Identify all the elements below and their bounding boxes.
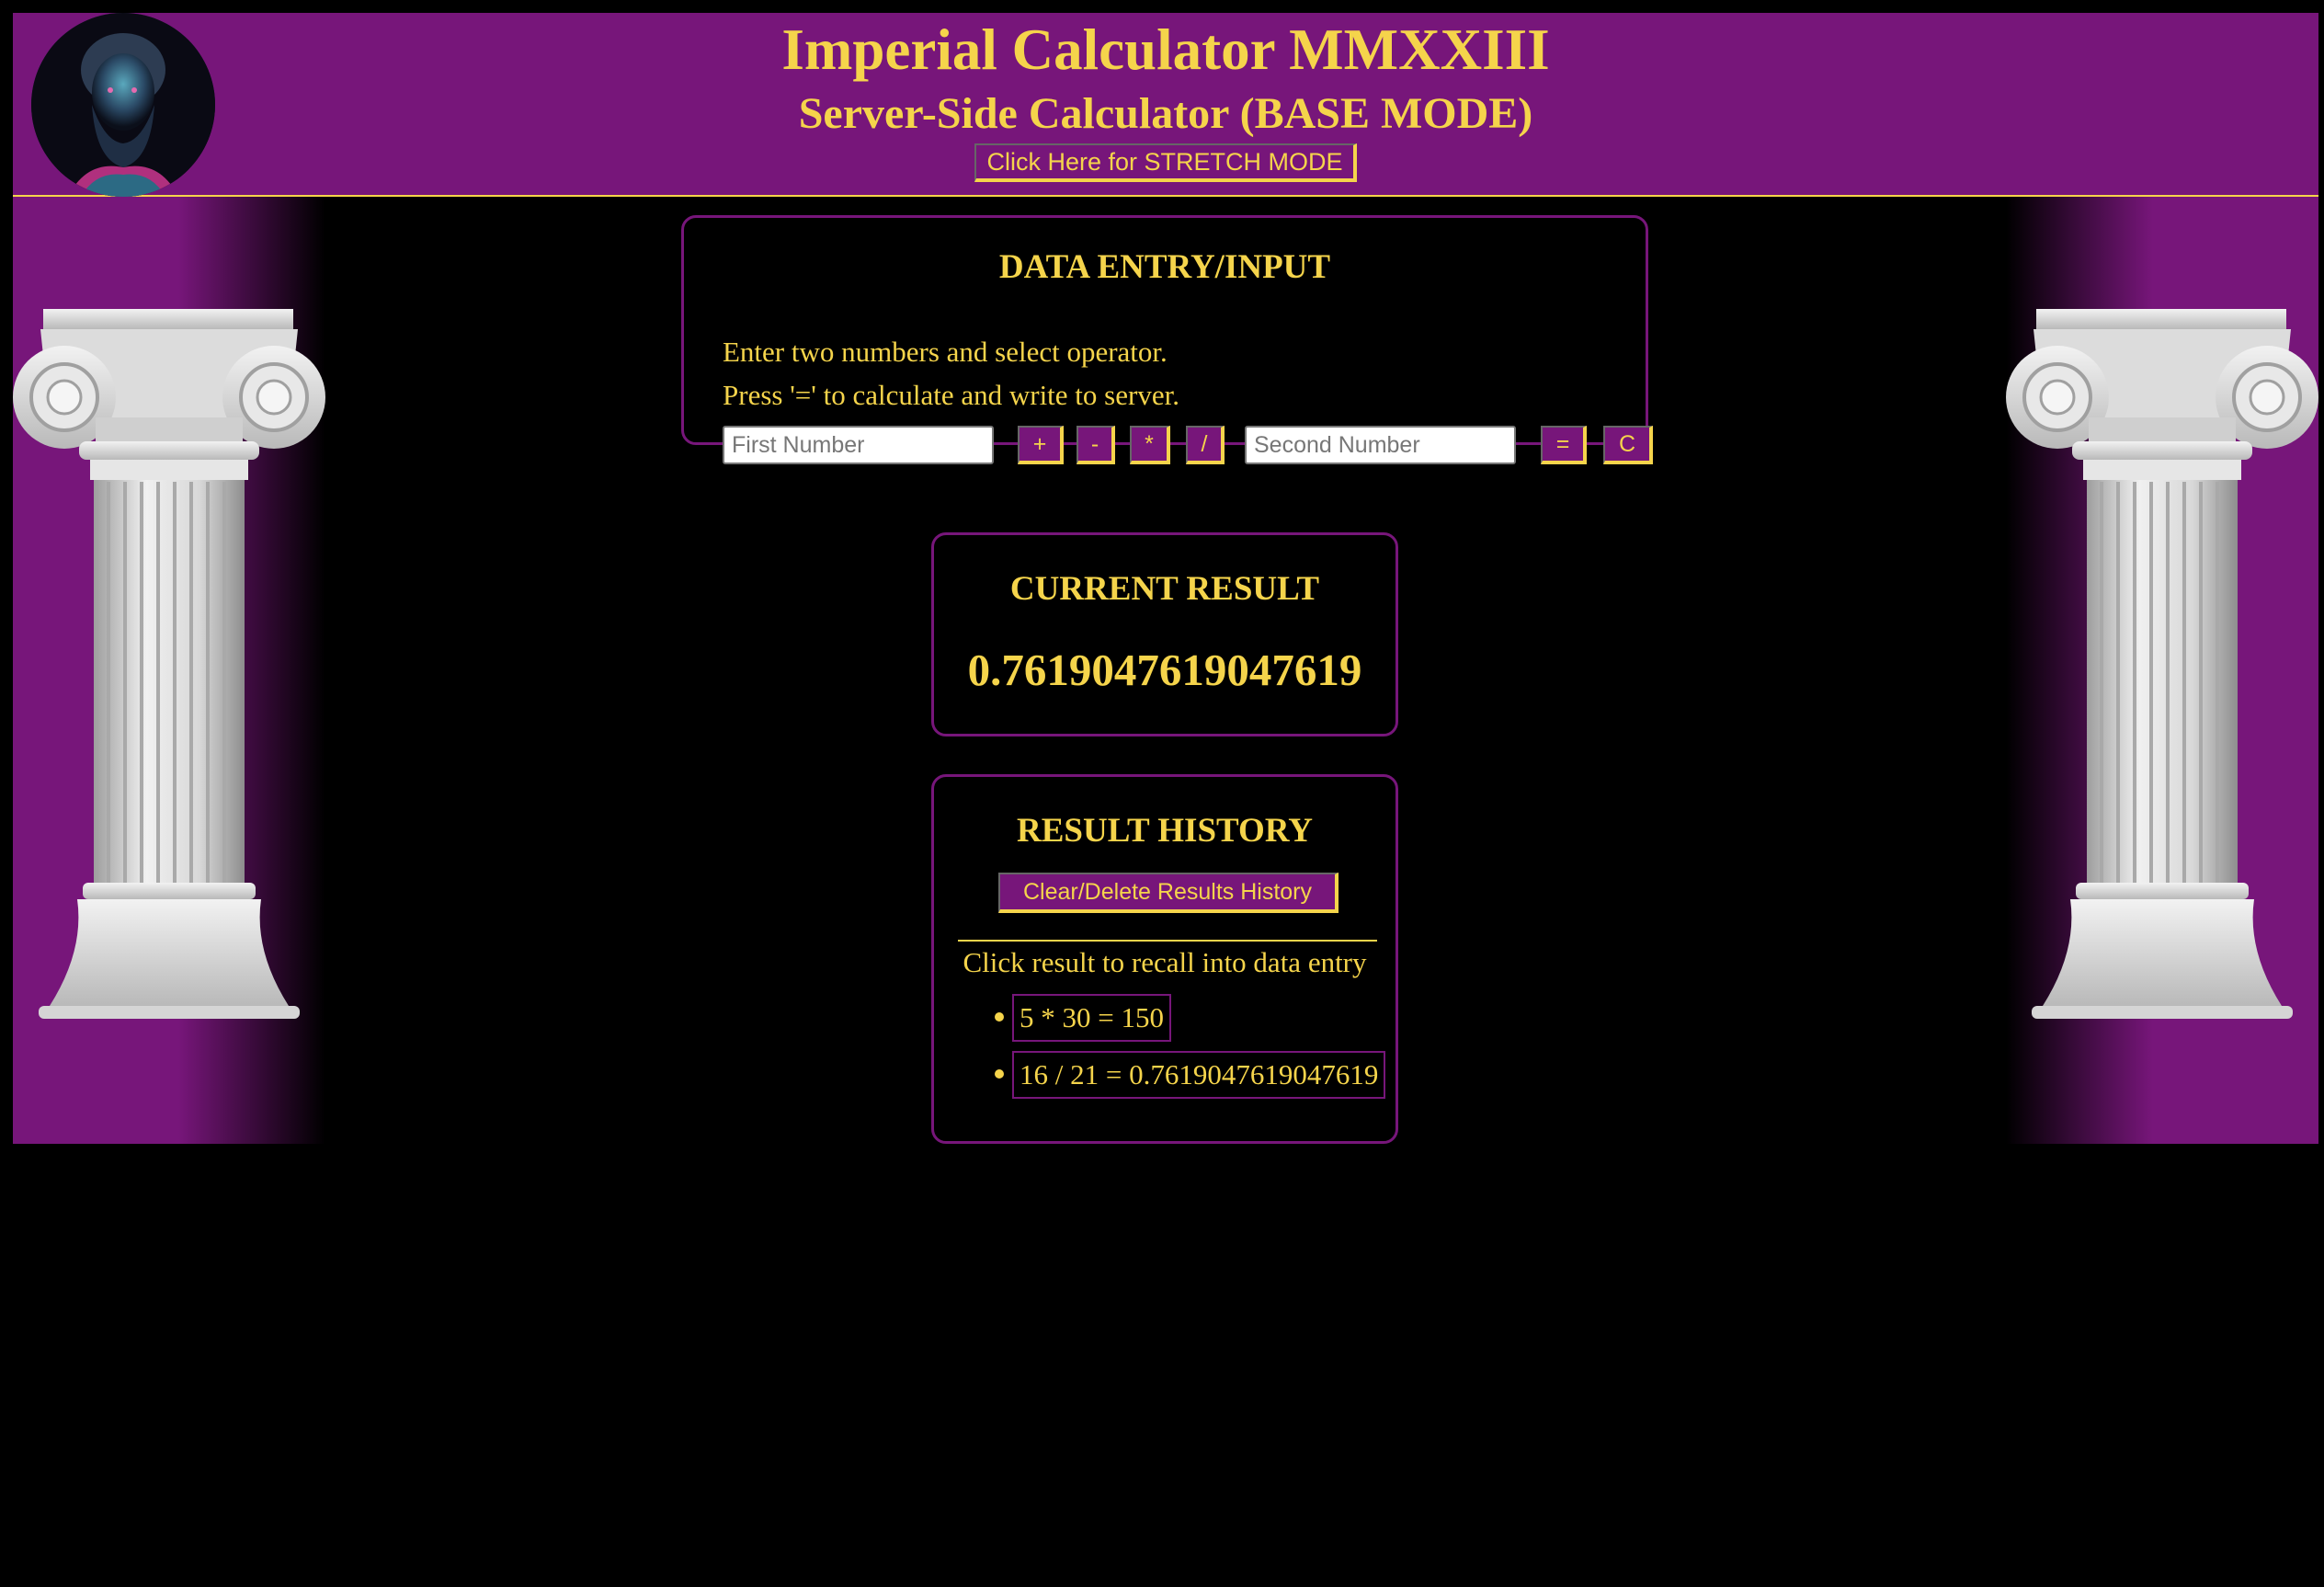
minus-button[interactable]: - xyxy=(1077,426,1115,464)
clear-history-button[interactable]: Clear/Delete Results History xyxy=(998,873,1339,913)
page-header: Imperial Calculator MMXXIII Server-Side … xyxy=(13,13,2318,197)
first-number-input[interactable] xyxy=(723,426,994,464)
equals-button[interactable]: = xyxy=(1541,426,1587,464)
history-entry[interactable]: 5 * 30 = 150 xyxy=(1012,994,1171,1043)
result-history-panel: RESULT HISTORY Clear/Delete Results Hist… xyxy=(931,774,1398,1144)
history-divider xyxy=(958,940,1377,942)
current-result-value: 0.7619047619047619 xyxy=(967,645,1362,695)
app-subtitle: Server-Side Calculator (BASE MODE) xyxy=(798,89,1533,138)
left-column-image xyxy=(13,309,325,1019)
plus-button[interactable]: + xyxy=(1018,426,1064,464)
history-entry[interactable]: 16 / 21 = 0.7619047619047619 xyxy=(1012,1051,1386,1100)
clear-button[interactable]: C xyxy=(1603,426,1653,464)
data-entry-title: DATA ENTRY/INPUT xyxy=(998,248,1331,286)
multiply-button[interactable]: * xyxy=(1130,426,1170,464)
current-result-panel: CURRENT RESULT 0.7619047619047619 xyxy=(931,532,1398,736)
instruction-line-2: Press '=' to calculate and write to serv… xyxy=(723,379,1179,411)
main-area: DATA ENTRY/INPUT Enter two numbers and s… xyxy=(13,197,2318,1144)
second-number-input[interactable] xyxy=(1245,426,1516,464)
instruction-line-1: Enter two numbers and select operator. xyxy=(723,336,1168,368)
right-column-image xyxy=(2006,309,2318,1019)
calculator-app: Imperial Calculator MMXXIII Server-Side … xyxy=(13,13,2318,1144)
history-hint: Click result to recall into data entry xyxy=(963,946,1367,978)
current-result-title: CURRENT RESULT xyxy=(1009,570,1320,608)
divide-button[interactable]: / xyxy=(1186,426,1225,464)
stretch-mode-button[interactable]: Click Here for STRETCH MODE xyxy=(974,143,1357,182)
result-history-title: RESULT HISTORY xyxy=(1017,812,1313,850)
app-title: Imperial Calculator MMXXIII xyxy=(781,17,1550,82)
bullet-icon xyxy=(995,1069,1004,1079)
data-entry-panel: DATA ENTRY/INPUT Enter two numbers and s… xyxy=(681,215,1653,464)
bullet-icon xyxy=(995,1012,1004,1022)
